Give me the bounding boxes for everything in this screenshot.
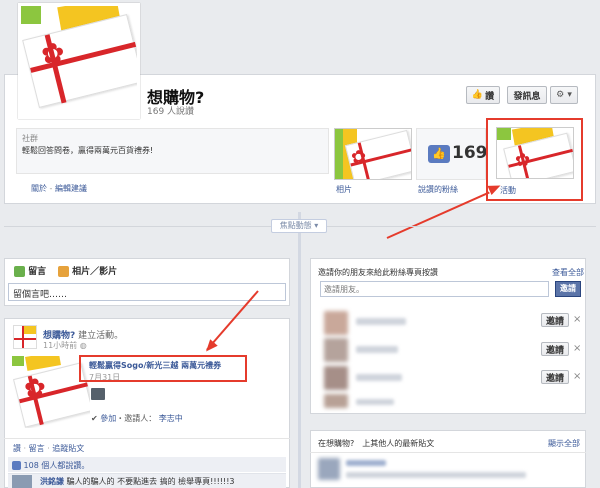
comment: 洪銘謙 騙人的騙人的 不要點進去 搞的 檢舉專頁!!!!!!3 bbox=[40, 476, 235, 487]
post-author-avatar[interactable] bbox=[13, 325, 37, 349]
page-category: 社群 bbox=[22, 134, 38, 143]
gear-menu-button[interactable]: ⚙ ▾ bbox=[550, 86, 578, 104]
friend-avatar[interactable] bbox=[324, 311, 348, 335]
about-link[interactable]: 關於 bbox=[31, 184, 47, 193]
join-event-link[interactable]: 參加 bbox=[100, 414, 116, 423]
friend-name-blurred bbox=[356, 399, 394, 405]
friend-name-blurred bbox=[356, 374, 402, 381]
likes-tab-label[interactable]: 說讚的粉絲 bbox=[418, 184, 458, 195]
post-time[interactable]: 11小時前 ◍ bbox=[43, 340, 87, 351]
recent-divider bbox=[310, 452, 586, 453]
comment-author[interactable]: 洪銘謙 bbox=[40, 477, 64, 486]
thumbs-up-icon: 👍 bbox=[428, 145, 450, 163]
comment-text: 騙人的騙人的 不要點進去 搞的 檢舉專頁!!!!!!3 bbox=[66, 477, 235, 486]
globe-icon: ◍ bbox=[79, 341, 87, 350]
recent-posts-title: 在想購物? 上其他人的最新貼文 bbox=[318, 439, 435, 448]
friend-avatar[interactable] bbox=[324, 338, 348, 362]
gear-icon: ⚙ ▾ bbox=[556, 90, 572, 100]
about-links: 關於 - 編輯建議 bbox=[31, 184, 87, 193]
like-button[interactable]: 👍 讚 bbox=[466, 86, 500, 104]
timeline-line bbox=[298, 212, 301, 488]
speech-bubble-icon bbox=[14, 266, 25, 277]
message-button[interactable]: 發訊息 bbox=[507, 86, 547, 104]
recent-post-author-blurred bbox=[346, 460, 386, 466]
invite-search-input[interactable]: 邀請朋友。 bbox=[320, 281, 549, 297]
post-actions: 讚 · 留言 · 追蹤貼文 bbox=[13, 444, 85, 453]
like-summary[interactable]: 108 個人都說讚。 bbox=[12, 460, 89, 471]
page-likes-text: 169 人說讚 bbox=[147, 107, 195, 117]
page-description: 輕鬆回答問卷，贏得兩萬元百貨禮券! bbox=[22, 146, 154, 155]
recent-post-avatar[interactable] bbox=[318, 458, 340, 480]
recent-posts-see-all[interactable]: 顯示全部 bbox=[548, 438, 580, 449]
composer-tab-post[interactable]: 留言 bbox=[14, 264, 46, 277]
close-icon[interactable]: × bbox=[573, 371, 581, 382]
photos-tab-thumbnail[interactable]: ✿ bbox=[334, 128, 412, 180]
edit-suggestion-link[interactable]: 編輯建議 bbox=[55, 184, 87, 193]
comment-action[interactable]: 留言 bbox=[29, 444, 45, 453]
inviter-avatar[interactable] bbox=[91, 388, 105, 400]
friend-avatar[interactable] bbox=[324, 394, 348, 408]
likes-count: 169 bbox=[452, 143, 488, 163]
profile-picture[interactable]: ✿ bbox=[18, 3, 140, 119]
composer-input[interactable]: 留個言吧…… bbox=[8, 283, 286, 301]
recent-post-text-blurred bbox=[346, 472, 526, 478]
event-join-line: ✔ 參加・邀請人： 李志中 bbox=[91, 414, 183, 423]
friend-name-blurred bbox=[356, 346, 398, 353]
highlights-menu[interactable]: 焦點動態 ▾ bbox=[271, 219, 327, 233]
friend-name-blurred bbox=[356, 318, 406, 325]
close-icon[interactable]: × bbox=[573, 343, 581, 354]
invite-friend-button[interactable]: 邀請 bbox=[541, 370, 569, 384]
invite-friend-button[interactable]: 邀請 bbox=[541, 313, 569, 327]
commenter-avatar[interactable] bbox=[12, 475, 32, 488]
photo-icon bbox=[58, 266, 69, 277]
invite-title: 邀請你的朋友來給此粉絲專頁按讚 bbox=[318, 268, 438, 277]
thumbs-up-icon: 👍 bbox=[471, 90, 484, 100]
invite-friend-button[interactable]: 邀請 bbox=[541, 342, 569, 356]
close-icon[interactable]: × bbox=[573, 314, 581, 325]
photos-tab-label[interactable]: 相片 bbox=[336, 184, 352, 195]
like-action[interactable]: 讚 bbox=[13, 444, 21, 453]
invite-see-all[interactable]: 查看全部 bbox=[552, 267, 584, 278]
inviter-name[interactable]: 李志中 bbox=[159, 414, 183, 423]
friend-avatar[interactable] bbox=[324, 366, 348, 390]
follow-post-action[interactable]: 追蹤貼文 bbox=[52, 444, 84, 453]
checkmark-icon: ✔ bbox=[91, 414, 98, 423]
composer-tab-photo[interactable]: 相片／影片 bbox=[58, 264, 117, 277]
invite-search-button[interactable]: 邀請 bbox=[555, 281, 581, 297]
thumbs-up-icon bbox=[12, 461, 21, 470]
post-divider bbox=[4, 438, 290, 439]
annotation-box-event-title bbox=[79, 355, 247, 382]
